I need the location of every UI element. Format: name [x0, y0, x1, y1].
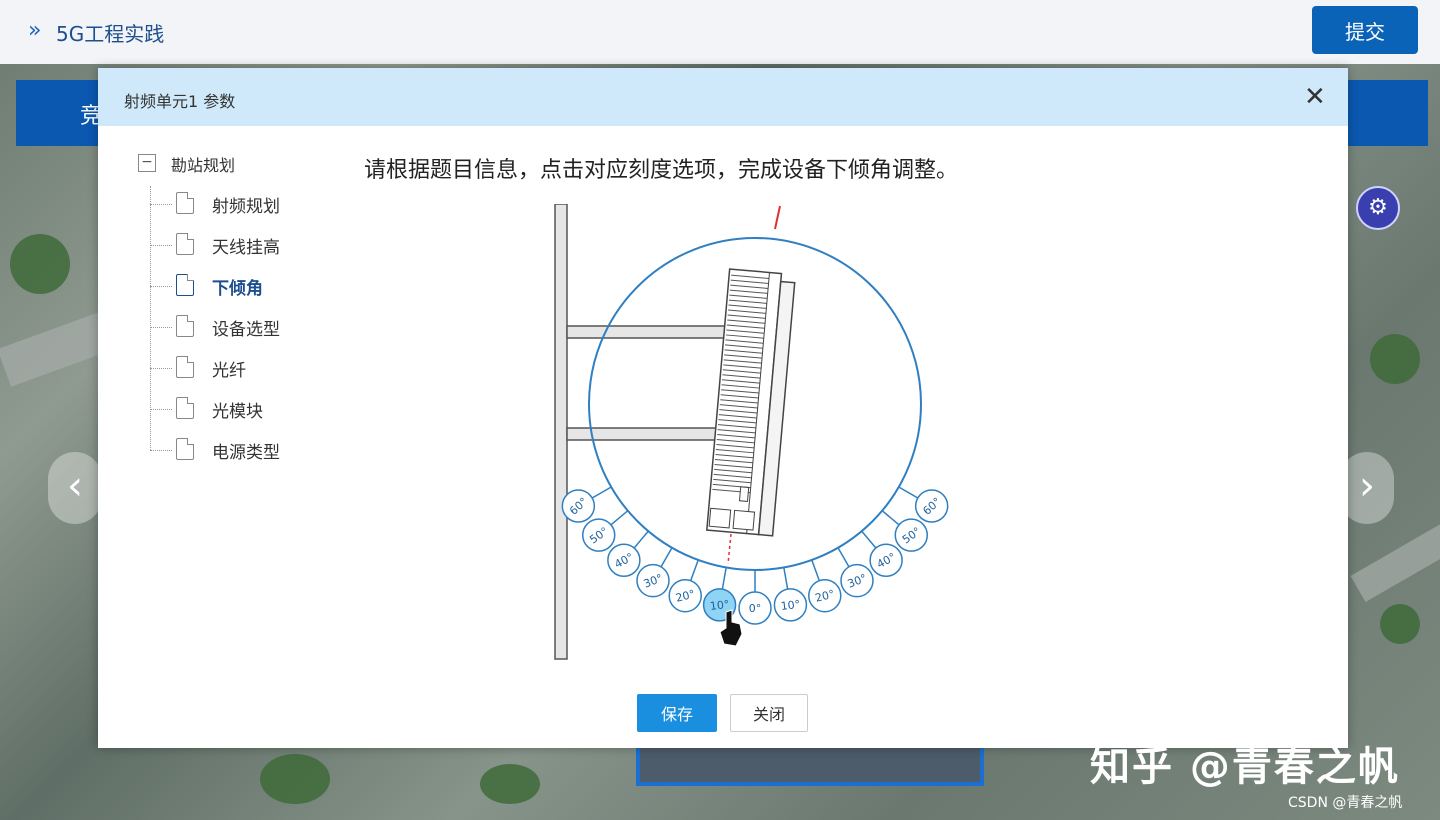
scale-tick — [881, 510, 900, 526]
tree — [260, 754, 330, 804]
bottom-frame — [636, 748, 984, 786]
instruction-text: 请根据题目信息，点击对应刻度选项，完成设备下倾角调整。 — [364, 158, 959, 183]
tilt-option-button[interactable]: 60° — [561, 489, 596, 523]
document-icon — [176, 315, 194, 337]
tree-connector — [150, 368, 172, 369]
tilt-option-button[interactable]: 50° — [581, 518, 616, 552]
scale-tick — [721, 567, 727, 590]
scale-tick — [898, 486, 919, 499]
tree — [10, 234, 70, 294]
tree-connector — [150, 409, 172, 410]
tree — [1380, 604, 1420, 644]
document-icon — [176, 192, 194, 214]
scale-tick — [861, 530, 877, 549]
csdn-watermark: CSDN @青春之帆 — [1288, 795, 1403, 811]
tree-item-label: 设备选型 — [212, 320, 280, 340]
tilt-option-label: 10° — [709, 598, 730, 613]
tilt-option-button[interactable]: 40° — [869, 543, 903, 578]
tilt-option-button[interactable]: 0° — [738, 591, 772, 625]
tree-item-label: 下倾角 — [212, 279, 263, 299]
close-icon[interactable]: ✕ — [1304, 82, 1326, 112]
tree-connector — [150, 450, 172, 451]
dialog-header: 射频单元1 参数 ✕ — [98, 68, 1348, 126]
document-icon — [176, 438, 194, 460]
scale-tick — [610, 510, 629, 526]
nav-next-icon[interactable]: › — [1340, 452, 1394, 524]
submit-button[interactable]: 提交 — [1312, 6, 1418, 54]
scale-tick — [837, 547, 850, 568]
scale-tick — [633, 530, 649, 549]
tree-connector — [150, 327, 172, 328]
close-button[interactable]: 关闭 — [730, 694, 808, 732]
tree-item-label: 射频规划 — [212, 197, 280, 217]
tilt-option-button[interactable]: 40° — [607, 543, 641, 578]
tilt-option-button[interactable]: 60° — [914, 489, 949, 523]
double-chevron-icon: » — [28, 18, 42, 43]
document-icon — [176, 274, 194, 296]
parameter-dialog: 射频单元1 参数 ✕ − 勘站规划 射频规划天线挂高下倾角设备选型光纤光模块电源… — [98, 68, 1348, 748]
tilt-option-button[interactable]: 20° — [808, 578, 842, 613]
document-icon — [176, 356, 194, 378]
app-title: 5G工程实践 — [56, 22, 165, 46]
save-button[interactable]: 保存 — [637, 694, 717, 732]
document-icon — [176, 397, 194, 419]
tree-item-label: 光纤 — [212, 361, 246, 381]
tilt-option-button[interactable]: 30° — [840, 563, 874, 598]
top-bar: » 5G工程实践 提交 — [0, 0, 1440, 65]
scale-tick — [811, 559, 821, 581]
tree — [1370, 334, 1420, 384]
document-icon — [176, 233, 194, 255]
scale-tick — [660, 547, 673, 568]
tree-connector — [150, 245, 172, 246]
tree-item-label: 光模块 — [212, 402, 263, 422]
tilt-option-button[interactable]: 20° — [668, 578, 702, 613]
scale-tick — [689, 559, 699, 581]
tilt-option-button[interactable]: 50° — [894, 518, 929, 552]
reference-line — [774, 205, 781, 230]
tree-item-label: 电源类型 — [212, 443, 280, 463]
nav-prev-icon[interactable]: ‹ — [48, 452, 102, 524]
settings-gear-icon[interactable]: ⚙ — [1356, 186, 1400, 230]
tree-connector — [150, 186, 151, 450]
dialog-title: 射频单元1 参数 — [124, 92, 236, 111]
tree — [480, 764, 540, 804]
tree-connector — [150, 204, 172, 205]
scale-tick — [783, 567, 789, 590]
tilt-option-label: 0° — [749, 602, 762, 615]
watermark-text: 知乎 @青春之帆 — [1090, 744, 1400, 790]
tilt-diagram: 60°50°40°30°20°10° 0° 10°20°30°40°50°60° — [554, 204, 949, 660]
scale-tick — [591, 486, 612, 499]
collapse-icon[interactable]: − — [138, 154, 156, 172]
road — [1350, 516, 1440, 602]
tree-root-label: 勘站规划 — [171, 156, 236, 175]
tilt-option-label: 10° — [780, 598, 801, 613]
tilt-option-button[interactable]: 30° — [636, 563, 670, 598]
tilt-indicator-line — [727, 533, 732, 565]
tilt-option-button[interactable]: 10° — [773, 588, 808, 622]
tree-connector — [150, 286, 172, 287]
tree-item-label: 天线挂高 — [212, 238, 280, 258]
radio-unit-device — [706, 268, 796, 537]
